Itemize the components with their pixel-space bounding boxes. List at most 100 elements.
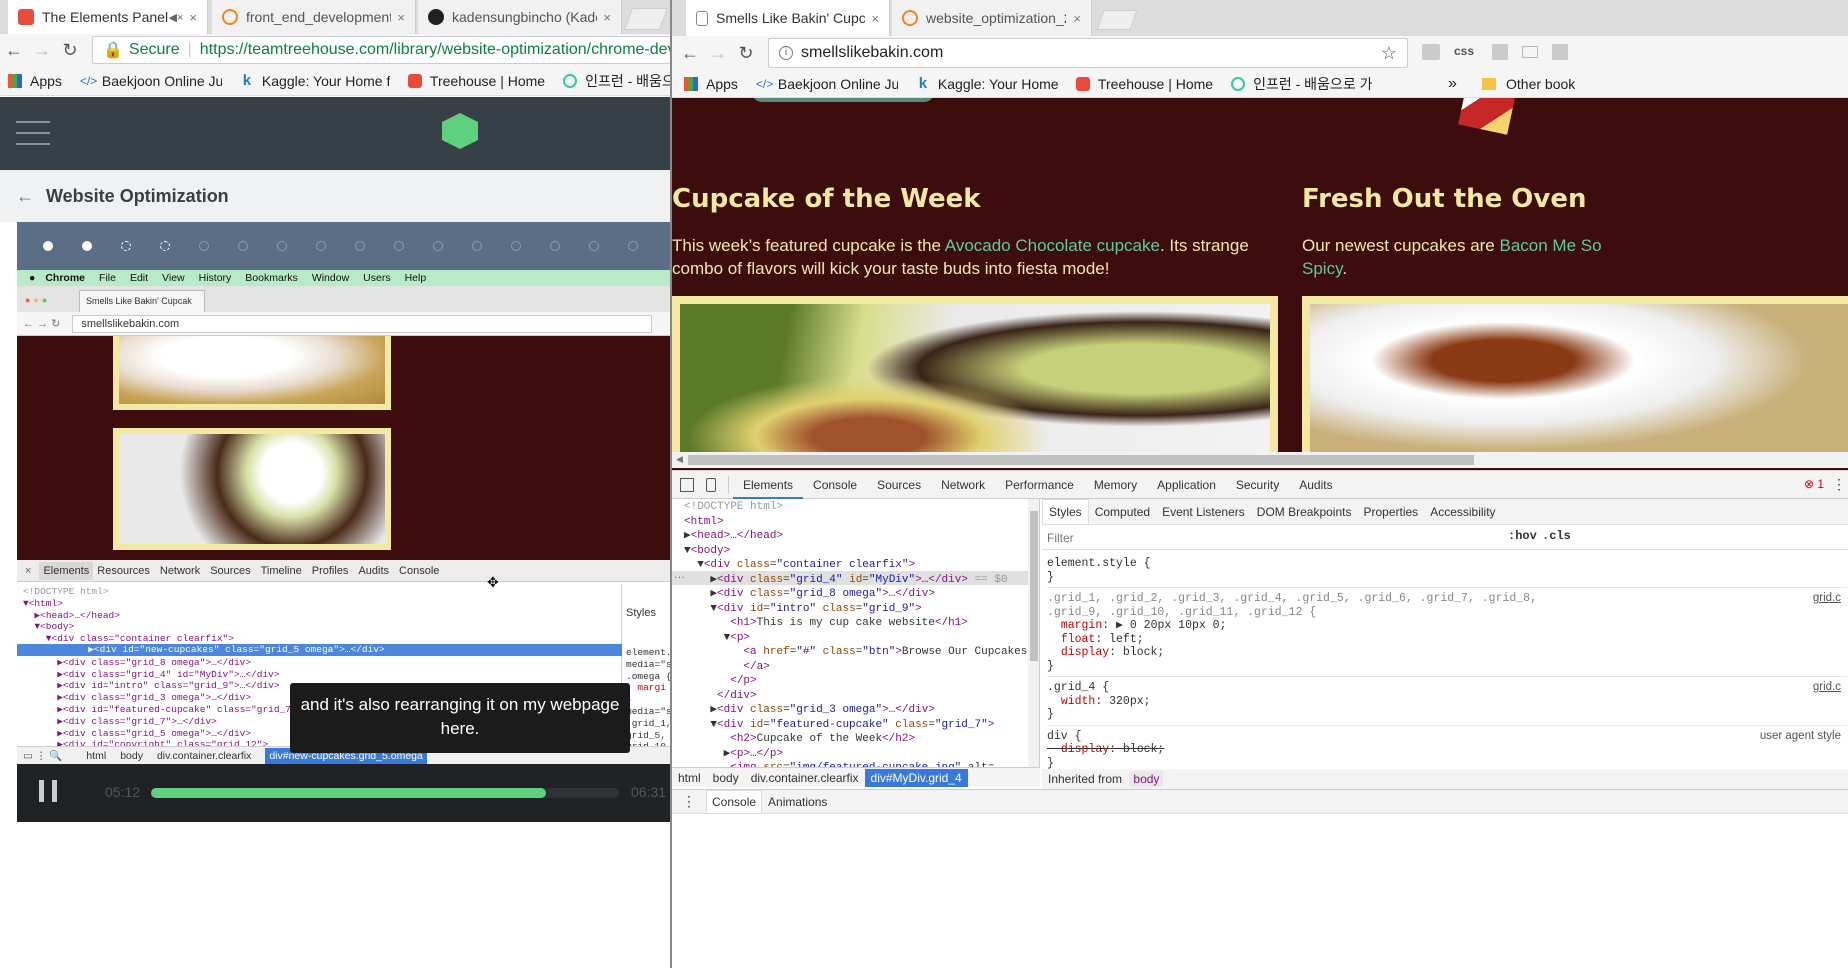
close-tab-icon[interactable]: × (1067, 11, 1081, 26)
code-line[interactable]: ▶<div class="grid_8 omega">…</div> (684, 587, 1027, 602)
tree-scrollbar[interactable] (1028, 499, 1039, 767)
bookmark-kaggle[interactable]: kKaggle: Your Home fo (240, 73, 390, 89)
code-line[interactable]: <h1>This is my cup cake website</h1> (684, 616, 1027, 631)
back-icon[interactable]: ← (676, 43, 704, 64)
code-line[interactable]: <h2>Cupcake of the Week</h2> (684, 732, 1027, 747)
scrollbar-thumb[interactable] (688, 455, 1474, 465)
rule-source-link[interactable]: user agent style (1760, 730, 1841, 742)
rule-source-link[interactable]: grid.c (1813, 681, 1841, 693)
step-dot-icon[interactable] (43, 241, 53, 251)
crumb-selected[interactable]: div#MyDiv.grid_4 (864, 768, 968, 787)
step-dot-icon[interactable] (121, 241, 131, 251)
step-dot-icon[interactable] (589, 241, 599, 251)
css-extension-label[interactable]: css (1454, 44, 1474, 58)
inner-code-line[interactable]: ▶<div class="grid_8 omega">…</div> (23, 657, 623, 669)
bookmark-apps[interactable]: Apps (8, 73, 62, 89)
step-dot-icon[interactable] (160, 241, 170, 251)
step-dot-icon[interactable] (550, 241, 560, 251)
bookmark-treehouse[interactable]: Treehouse | Home (407, 73, 545, 89)
extension-icon[interactable] (1422, 44, 1440, 60)
code-line[interactable]: ▶<head>…</head> (684, 529, 1027, 544)
video-player[interactable]: ● Chrome File Edit View History Bookmark… (17, 222, 670, 822)
cls-toggle[interactable]: .cls (1542, 529, 1571, 543)
code-line[interactable]: <html> (684, 515, 1027, 530)
styles-filter-input[interactable] (1047, 530, 1467, 545)
rule-source-link[interactable]: grid.c (1813, 592, 1841, 604)
subtab-computed[interactable]: Computed (1089, 505, 1156, 519)
devtools-tab-network[interactable]: Network (931, 471, 995, 499)
devtools-tab-audits[interactable]: Audits (1289, 471, 1342, 499)
step-dot-icon[interactable] (82, 241, 92, 251)
bookmark-apps[interactable]: Apps (684, 76, 738, 92)
back-arrow-icon[interactable]: ← (16, 186, 34, 207)
error-count[interactable]: ⊗ 1 (1804, 477, 1824, 491)
devtools-tab-memory[interactable]: Memory (1084, 471, 1147, 499)
step-dot-icon[interactable] (316, 241, 326, 251)
code-line[interactable]: ▼<p> (684, 631, 1027, 646)
subtab-dom-breakpoints[interactable]: DOM Breakpoints (1251, 505, 1358, 519)
code-line[interactable]: </div> (684, 689, 1027, 704)
new-tab-button[interactable] (1096, 10, 1138, 30)
close-tab-icon[interactable]: × (183, 10, 197, 25)
style-rule[interactable]: .grid_4 { width: 320px;} grid.c (1047, 677, 1847, 726)
reload-icon[interactable]: ↻ (56, 40, 84, 61)
code-line[interactable]: <!DOCTYPE html> (684, 500, 1027, 515)
tab-elements-panel[interactable]: The Elements Panel | W ◀× × (8, 0, 208, 34)
crumb-html[interactable]: html (672, 771, 707, 785)
bookmark-baekjoon[interactable]: </>Baekjoon Online Judg (80, 73, 222, 89)
devtools-tab-console[interactable]: Console (803, 471, 867, 499)
mute-icon[interactable]: ◀× (169, 11, 184, 24)
tab-website-optimization[interactable]: website_optimization_20 × (892, 0, 1092, 36)
crumb-container[interactable]: div.container.clearfix (745, 771, 865, 785)
devtools-tab-performance[interactable]: Performance (995, 471, 1084, 499)
device-toolbar-icon[interactable] (706, 477, 716, 492)
step-dot-icon[interactable] (277, 241, 287, 251)
inner-code-line[interactable]: <!DOCTYPE html> (23, 586, 623, 598)
right-address-bar[interactable]: i smellslikebakin.com ☆ (768, 38, 1408, 68)
style-rule[interactable]: element.style {} (1047, 553, 1847, 588)
inherited-from-body[interactable]: body (1129, 771, 1164, 787)
reload-icon[interactable]: ↻ (732, 43, 760, 64)
crumb-body[interactable]: body (707, 771, 745, 785)
subtab-accessibility[interactable]: Accessibility (1424, 505, 1501, 519)
horizontal-scrollbar[interactable]: ◀ (672, 452, 1848, 468)
step-dot-icon[interactable] (433, 241, 443, 251)
code-line[interactable]: ▶<div class="grid_3 omega">…</div> (684, 703, 1027, 718)
pause-icon[interactable] (39, 780, 57, 802)
style-rule[interactable]: .grid_1, .grid_2, .grid_3, .grid_4, .gri… (1047, 588, 1847, 677)
extension-icon[interactable] (1552, 44, 1568, 60)
avocado-cupcake-link[interactable]: Avocado Chocolate cupcake (945, 236, 1160, 255)
step-dot-icon[interactable] (199, 241, 209, 251)
style-rule[interactable]: div { display: block;} user agent style (1047, 726, 1847, 774)
tab-smells-like-bakin[interactable]: Smells Like Bakin' Cupca × (686, 0, 890, 36)
bookmarks-overflow-button[interactable]: » (1448, 75, 1457, 93)
hamburger-menu-icon[interactable] (16, 121, 50, 145)
extension-icon[interactable] (1522, 46, 1538, 58)
code-line[interactable]: ▶<p>…</p> (684, 747, 1027, 762)
progress-track[interactable] (151, 788, 619, 798)
inner-code-line[interactable]: ▶<div class="grid_4" id="MyDiv">…</div> (23, 669, 623, 681)
bookmark-inflearn[interactable]: 인프런 - 배움으로 가 (1231, 74, 1372, 94)
code-line[interactable]: <a href="#" class="btn">Browse Our Cupca… (684, 645, 1027, 660)
bookmark-star-icon[interactable]: ☆ (1381, 43, 1397, 64)
close-tab-icon[interactable]: × (597, 10, 611, 25)
inner-code-line[interactable]: ▼<html> (23, 598, 623, 610)
drawer-menu-icon[interactable]: ⋮ (682, 793, 696, 810)
extension-icon[interactable] (1492, 44, 1508, 60)
step-dot-icon[interactable] (238, 241, 248, 251)
bookmark-treehouse[interactable]: Treehouse | Home (1075, 76, 1213, 92)
bookmark-kaggle[interactable]: kKaggle: Your Home fo (916, 76, 1058, 92)
treehouse-logo-icon[interactable] (442, 113, 478, 149)
devtools-tab-sources[interactable]: Sources (867, 471, 931, 499)
code-line[interactable]: ▼<div id="intro" class="grid_9"> (684, 602, 1027, 617)
tab-front-end[interactable]: front_end_development/ × (212, 0, 416, 34)
inner-code-line[interactable]: ▶<head>…</head> (23, 610, 623, 622)
devtools-tab-security[interactable]: Security (1226, 471, 1289, 499)
devtools-tab-elements[interactable]: Elements (733, 471, 804, 499)
bookmark-inflearn[interactable]: 인프런 - 배움으로 가 (563, 71, 670, 91)
hov-toggle[interactable]: :hov (1508, 529, 1537, 543)
step-dot-icon[interactable] (472, 241, 482, 251)
drawer-tab-animations[interactable]: Animations (762, 795, 833, 809)
step-dot-icon[interactable] (355, 241, 365, 251)
left-address-bar[interactable]: 🔒 Secure | https://teamtreehouse.com/lib… (92, 36, 670, 64)
